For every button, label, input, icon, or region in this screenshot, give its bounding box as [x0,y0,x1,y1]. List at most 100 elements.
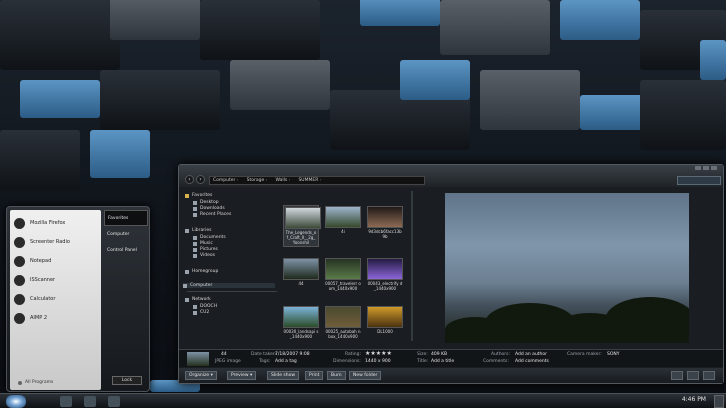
explorer-window: ‹ › Computer Storage Walls SUMMER Favori… [178,164,724,384]
program-aimp[interactable]: AIMP 2 [14,310,100,326]
program-firefox[interactable]: Mozilla Firefox [14,215,100,231]
preview-button[interactable]: Preview ▾ [227,371,257,380]
nav-downloads[interactable]: Downloads [193,206,225,211]
views-button[interactable] [671,371,683,380]
organize-button[interactable]: Organize ▾ [185,371,217,380]
preview-pane-toggle[interactable] [687,371,699,380]
file-size: 409 KB [431,352,448,357]
program-notepad[interactable]: Notepad [14,253,100,269]
file-item[interactable]: 4i [325,206,361,234]
wallpaper-block [110,0,200,40]
start-menu: Mozilla Firefox Screenter Radio Notepad … [6,206,150,392]
documents-icon [193,235,197,240]
show-desktop-button[interactable] [714,395,724,408]
nav-favorites[interactable]: Favorites [185,193,212,198]
maximize-button[interactable] [703,166,709,170]
file-thumbnail [367,306,403,328]
label: Tags: [259,359,271,364]
details-thumbnail [187,352,209,366]
breadcrumb-storage[interactable]: Storage [247,178,268,183]
details-filetype: JPEG image [215,359,241,364]
rating-stars[interactable]: ★★★★★ [365,350,392,357]
library-icon [185,228,189,233]
file-item[interactable]: 00030_landsapi s_1440x900 [283,306,319,339]
label: Title: [417,359,429,364]
nav-network-dooch[interactable]: DOOCH [193,304,217,309]
file-item[interactable]: 00025_autobah nbox_1440x900 [325,306,361,339]
videos-icon [193,253,197,258]
clock[interactable]: 4:46 PM [682,396,706,403]
file-item[interactable]: 00057_travelerr oom_1440x900 [325,258,361,291]
nav-pictures[interactable]: Pictures [193,247,218,252]
start-link-control-panel[interactable]: Control Panel [104,242,148,258]
breadcrumb-computer[interactable]: Computer [213,178,239,183]
breadcrumb-walls[interactable]: Walls [275,178,290,183]
taskbar-app-icon[interactable] [60,396,72,407]
start-link-computer[interactable]: Computer [104,226,148,242]
breadcrumb-summer[interactable]: SUMMER [298,178,321,183]
nav-network[interactable]: Network [185,297,211,302]
date-taken[interactable]: 7/18/2007 9:08 [275,352,310,357]
wallpaper-block [400,60,470,100]
file-item[interactable]: 00043_electrify d_1440x900 [367,258,403,291]
command-bar: Organize ▾ Preview ▾ Slide show Print Bu… [179,368,723,383]
close-button[interactable] [711,166,717,170]
new-folder-button[interactable]: New folder [349,371,382,380]
authors-field[interactable]: Add an author [515,352,547,357]
title-field[interactable]: Add a title [431,359,454,364]
nav-recent-places[interactable]: Recent Places [193,212,231,217]
desktop: Mozilla Firefox Screenter Radio Notepad … [0,0,726,408]
help-icon[interactable] [703,371,715,380]
file-item[interactable]: DL1000 [367,306,403,334]
forward-button[interactable]: › [196,175,205,184]
nav-videos[interactable]: Videos [193,253,215,258]
wallpaper-block [480,70,580,130]
nav-computer[interactable]: Computer [183,283,275,288]
file-item[interactable]: 44 [283,258,319,286]
wallpaper-block [560,0,640,40]
pc-icon [193,304,197,309]
start-button[interactable] [6,395,26,408]
recent-icon [193,212,197,217]
file-thumbnail [285,207,321,229]
wallpaper-block [0,130,80,190]
tags-field[interactable]: Add a tag [275,359,297,364]
file-thumbnail [325,206,361,228]
scanner-icon [14,274,25,286]
preview-image [605,297,689,343]
taskbar-app-icon[interactable] [108,396,120,407]
nav-desktop[interactable]: Desktop [193,200,219,205]
slideshow-button[interactable]: Slide show [267,371,300,380]
search-input[interactable] [677,176,721,185]
back-button[interactable]: ‹ [185,175,194,184]
comments-field[interactable]: Add comments [515,359,549,364]
divider [187,291,277,292]
nav-libraries[interactable]: Libraries [185,228,211,233]
program-radio[interactable]: Screenter Radio [14,234,100,250]
file-item[interactable]: 9d3dcb6facc13b 9b [367,206,403,239]
vertical-scrollbar[interactable] [411,191,413,341]
dimensions: 1440 x 900 [365,359,391,364]
file-thumbnail [367,206,403,228]
all-programs-button[interactable]: All Programs [18,380,53,385]
label: Camera maker: [567,352,602,357]
pictures-icon [193,247,197,252]
address-bar[interactable]: Computer Storage Walls SUMMER [209,176,425,185]
nav-homegroup[interactable]: Homegroup [185,269,218,274]
file-item[interactable]: The_Legends_of_Craft_II__2g_ Yoonshil [283,205,321,247]
nav-documents[interactable]: Documents [193,235,226,240]
label: Date taken: [251,352,278,357]
program-scanner[interactable]: ISScanner [14,272,100,288]
lock-button[interactable]: Lock [112,376,142,385]
taskbar-app-icon[interactable] [84,396,96,407]
nav-network-cu2[interactable]: CU2 [193,310,209,315]
start-link-favorites[interactable]: Favorites [104,210,148,226]
file-thumbnail [325,258,361,280]
burn-button[interactable]: Burn [327,371,346,380]
start-menu-links: Favorites Computer Control Panel Lock [104,210,148,390]
program-calculator[interactable]: Calculator [14,291,100,307]
minimize-button[interactable] [695,166,701,170]
notepad-icon [14,255,25,267]
nav-music[interactable]: Music [193,241,213,246]
print-button[interactable]: Print [305,371,324,380]
